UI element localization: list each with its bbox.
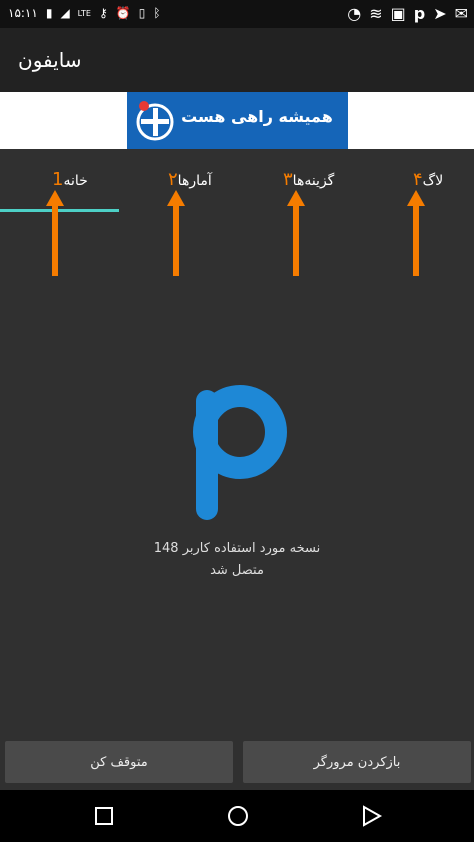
ad-banner-text: همیشه راهی هست: [181, 107, 333, 126]
app-bar: سایفون: [0, 28, 474, 92]
vibrate-icon: ▯: [138, 6, 146, 20]
tab-home-number: 1: [52, 169, 64, 190]
status-bar: ۱۵:۱۱ ▮ ◢ LTE ⚷ ⏰ ▯ ᛒ ◔ ≋ ▣ p ➤ ✉: [0, 0, 474, 28]
connection-message: نسخه مورد استفاده کاربر 148 متصل شد: [0, 538, 474, 582]
arrow-up-icon: [287, 190, 305, 276]
tab-options-label: گزینه‌ها: [292, 173, 335, 189]
tab-options-number: ۳: [283, 169, 293, 190]
back-icon[interactable]: [356, 800, 388, 832]
stop-button[interactable]: متوقف کن: [5, 741, 233, 783]
home-icon[interactable]: [222, 800, 254, 832]
arrow-up-icon: [167, 190, 185, 276]
tab-options[interactable]: گزینه‌ها۳: [277, 169, 334, 190]
ad-banner[interactable]: همیشه راهی هست: [127, 92, 348, 149]
battery-icon: ▮: [45, 6, 53, 20]
arrow-up-icon: [407, 190, 425, 276]
open-browser-button[interactable]: بازکردن مرورگر: [243, 741, 471, 783]
message-line-2: متصل شد: [210, 563, 264, 578]
navigation-bar: [0, 790, 474, 842]
psiphon-status-icon: p: [413, 4, 426, 23]
signal-icon: ◢: [60, 6, 70, 20]
tab-bar: خانه1 آمارها۲ گزینه‌ها۳ لاگ۴: [0, 149, 474, 213]
tab-stats-label: آمارها: [177, 173, 212, 189]
tab-home-label: خانه: [63, 173, 88, 189]
tab-stats[interactable]: آمارها۲: [162, 169, 212, 190]
psiphon-logo-icon: [193, 385, 287, 520]
wifi-icon: ≋: [369, 4, 383, 23]
mail-icon: ✉: [454, 4, 468, 23]
tab-log-number: ۴: [413, 169, 423, 190]
telegram-icon: ➤: [433, 4, 447, 23]
alarm-icon: ⏰: [115, 6, 131, 20]
tab-log-label: لاگ: [422, 173, 444, 189]
vpn-icon: ◔: [347, 4, 362, 23]
tab-home[interactable]: خانه1: [46, 169, 88, 190]
key-icon: ⚷: [98, 6, 108, 20]
bluetooth-icon: ᛒ: [153, 6, 161, 20]
clock: ۱۵:۱۱: [8, 6, 38, 20]
asl19-logo-icon: [136, 101, 174, 141]
message-line-1: نسخه مورد استفاده کاربر 148: [153, 541, 321, 556]
recents-icon[interactable]: [88, 800, 120, 832]
tab-log[interactable]: لاگ۴: [407, 169, 443, 190]
image-icon: ▣: [390, 4, 406, 23]
network-type: LTE: [77, 8, 91, 18]
tab-stats-number: ۲: [168, 169, 178, 190]
app-title: سایفون: [18, 48, 82, 72]
arrow-up-icon: [46, 190, 64, 276]
ad-strip: همیشه راهی هست: [0, 92, 474, 149]
